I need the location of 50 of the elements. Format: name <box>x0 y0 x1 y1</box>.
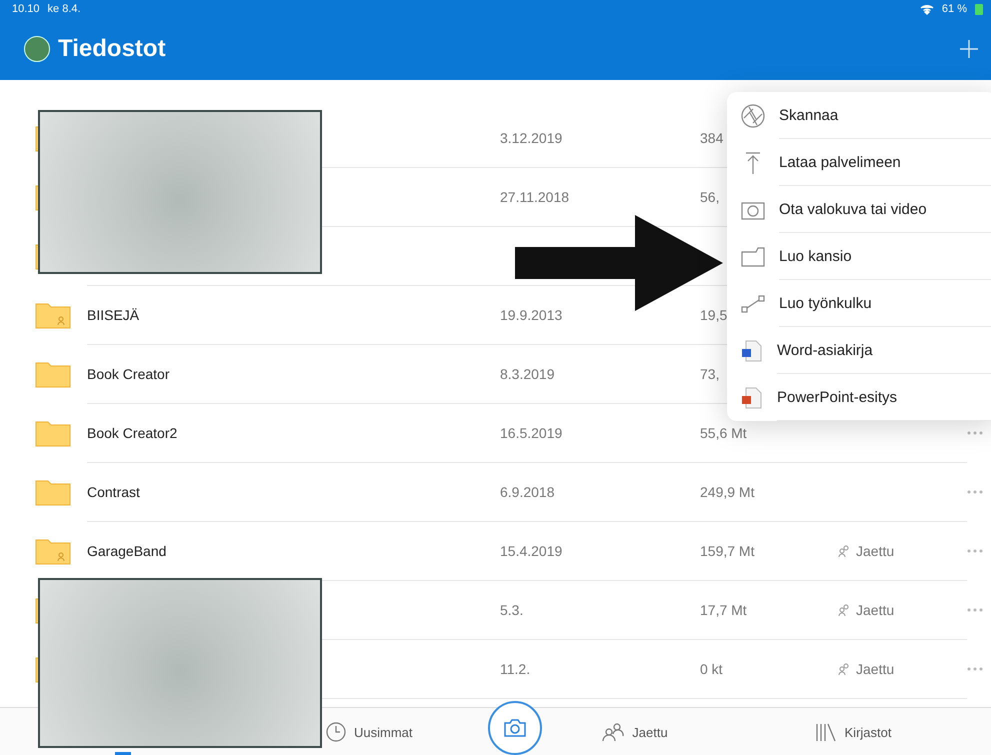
tab[interactable]: Kirjastot <box>810 712 896 752</box>
file-name: Contrast <box>87 462 500 522</box>
status-date: ke 8.4. <box>48 3 81 15</box>
file-size: 17,7 Mt <box>700 580 838 640</box>
file-name: Book Creator <box>87 344 500 404</box>
tab[interactable]: Uusimmat <box>322 712 417 752</box>
people-icon <box>838 544 850 556</box>
wifi-icon <box>920 4 934 14</box>
modified-date: 6.9.2018 <box>500 462 700 522</box>
modified-date: 5.3. <box>500 580 700 640</box>
modified-date: 16.5.2019 <box>500 403 700 463</box>
more-icon[interactable] <box>967 549 983 553</box>
camera-button[interactable] <box>488 701 542 755</box>
file-size: 249,9 Mt <box>700 462 838 522</box>
sharing-status: Jaettu <box>838 521 967 581</box>
camera-icon <box>503 718 527 738</box>
sharing-status: Jaettu <box>838 580 967 640</box>
books-icon <box>814 722 837 742</box>
workflow-icon <box>741 294 765 314</box>
modified-date: 11.2. <box>500 639 700 699</box>
more-icon[interactable] <box>967 490 983 494</box>
clock-icon <box>326 722 346 742</box>
aperture-icon <box>741 104 765 128</box>
modified-date: 3.12.2019 <box>500 108 700 168</box>
avatar-circle[interactable] <box>24 36 50 62</box>
battery-icon <box>975 4 983 14</box>
tab[interactable]: Jaettu <box>598 712 672 752</box>
file-name: BIISEJÄ <box>87 285 500 345</box>
files-tab[interactable] <box>115 752 131 755</box>
people-icon <box>838 604 850 616</box>
more-icon[interactable] <box>967 667 983 671</box>
page-title: Tiedostot <box>58 35 166 63</box>
status-time: 10.10 <box>12 3 40 15</box>
file-size: 159,7 Mt <box>700 521 838 581</box>
plus-icon[interactable] <box>959 39 979 59</box>
more-icon[interactable] <box>967 431 983 435</box>
menu-item[interactable]: Luo kansio <box>727 233 991 280</box>
more-icon[interactable] <box>967 608 983 612</box>
people-icon <box>838 662 850 674</box>
battery-percent: 61 % <box>942 3 967 15</box>
file-size: 0 kt <box>700 639 838 699</box>
folder-outline-icon <box>741 246 765 266</box>
word-document-icon <box>741 340 763 362</box>
sharing-status: Jaettu <box>838 639 967 699</box>
modified-date: 15.4.2019 <box>500 521 700 581</box>
modified-date: 8.3.2019 <box>500 344 700 404</box>
file-name: Book Creator2 <box>87 403 500 463</box>
camera-icon <box>741 200 765 220</box>
presentation-document-icon <box>741 386 763 408</box>
people-icon <box>602 722 624 742</box>
